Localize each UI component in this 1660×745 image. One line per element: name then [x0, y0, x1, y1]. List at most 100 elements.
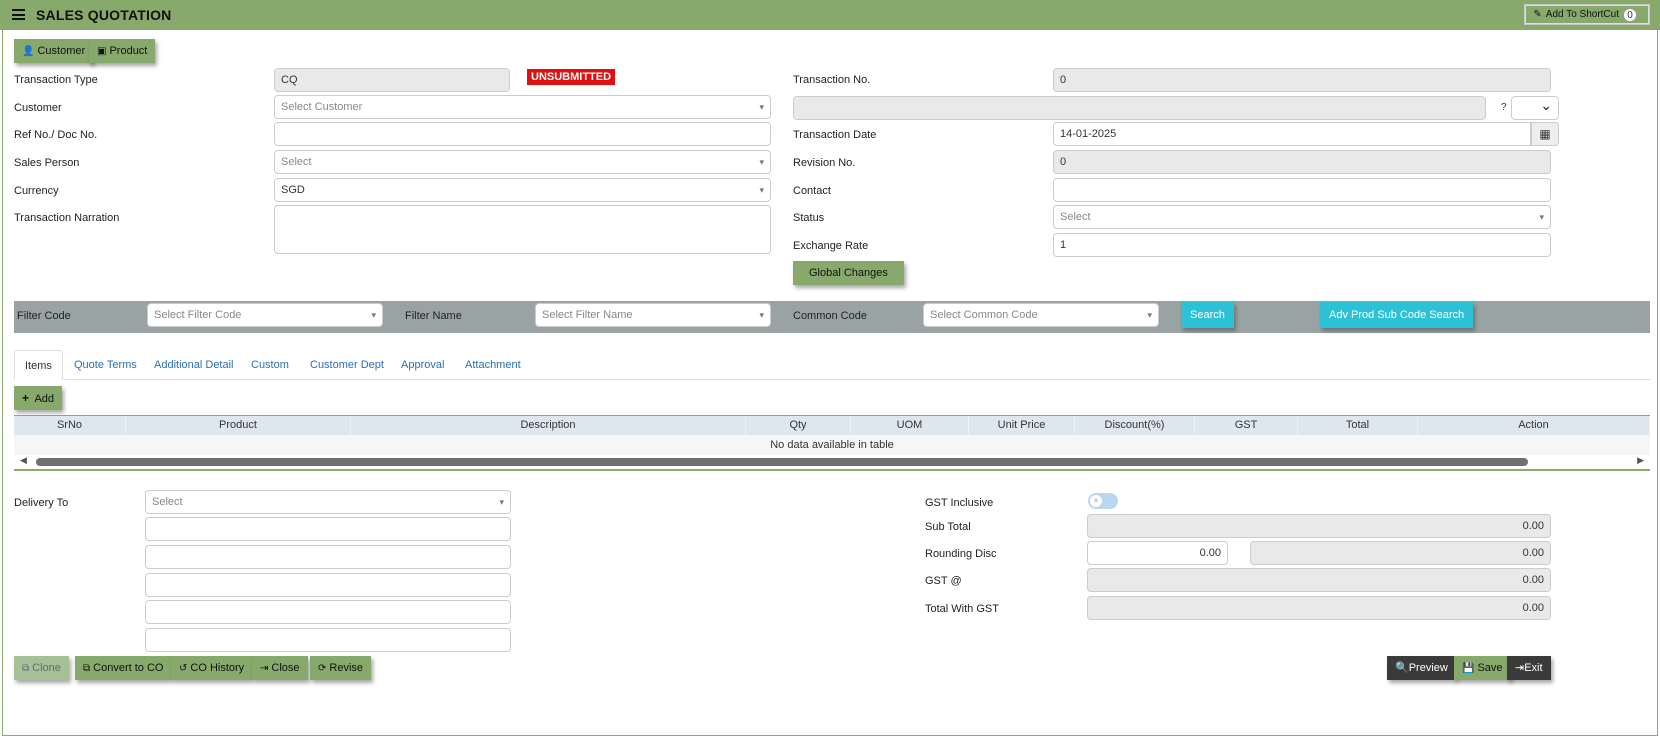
exit-label: Exit [1524, 662, 1543, 674]
customer-button[interactable]: 👤 Customer [14, 39, 94, 63]
col-srno[interactable]: SrNo [14, 416, 126, 435]
col-product[interactable]: Product [126, 416, 351, 435]
filter-name-label: Filter Name [405, 310, 462, 322]
save-button[interactable]: 💾 Save [1454, 656, 1511, 680]
hamburger-menu-icon[interactable] [12, 9, 25, 20]
co-history-button[interactable]: ↺ CO History [171, 656, 253, 680]
preview-button[interactable]: 🔍Preview [1387, 656, 1456, 680]
search-button[interactable]: Search [1181, 302, 1234, 328]
status-label: Status [793, 212, 825, 224]
customer-button-label: Customer [37, 45, 86, 57]
col-gst[interactable]: GST [1195, 416, 1298, 435]
filter-name-select[interactable]: Select Filter Name [535, 303, 771, 327]
delivery-address-line-4[interactable] [145, 600, 511, 624]
refresh-icon: ⟳ [318, 663, 327, 674]
transaction-date-input[interactable]: 14-01-2025 [1053, 122, 1531, 146]
customer-option-select[interactable] [1511, 96, 1559, 120]
exit-button[interactable]: ⇥Exit [1507, 656, 1551, 680]
gst-at-label: GST @ [925, 575, 962, 587]
tab-additional-detail[interactable]: Additional Detail [154, 350, 234, 380]
pin-icon: ✎ [1533, 9, 1542, 20]
rounding-disc-amount-field: 0.00 [1250, 541, 1551, 565]
exchange-rate-input[interactable]: 1 [1053, 233, 1551, 257]
col-total[interactable]: Total [1298, 416, 1418, 435]
tab-items[interactable]: Items [14, 350, 63, 380]
delivery-address-line-1[interactable] [145, 517, 511, 541]
scroll-right-icon[interactable]: ▶ [1637, 455, 1644, 466]
gst-inclusive-toggle[interactable]: × [1088, 493, 1118, 509]
total-with-gst-field: 0.00 [1087, 596, 1551, 620]
col-uom[interactable]: UOM [851, 416, 969, 435]
scrollbar-thumb[interactable] [36, 458, 1528, 466]
table-header: SrNo Product Description Qty UOM Unit Pr… [14, 415, 1650, 435]
filter-bar: Filter Code Select Filter Code Filter Na… [14, 301, 1650, 333]
narration-label: Transaction Narration [14, 212, 120, 224]
add-item-label: Add [34, 393, 55, 405]
save-label: Save [1477, 662, 1503, 674]
narration-textarea[interactable] [274, 205, 771, 254]
sub-total-label: Sub Total [925, 521, 971, 533]
total-with-gst-label: Total With GST [925, 603, 999, 615]
grid-divider [14, 469, 1650, 471]
transaction-type-field: CQ [274, 68, 510, 92]
tab-approval[interactable]: Approval [401, 350, 444, 380]
add-item-button[interactable]: + Add [14, 386, 63, 410]
revision-no-field: 0 [1053, 150, 1551, 174]
gst-inclusive-label: GST Inclusive [925, 497, 994, 509]
close-button[interactable]: ⇥ Close [252, 656, 308, 680]
col-unit-price[interactable]: Unit Price [969, 416, 1075, 435]
user-icon: 👤 [22, 46, 35, 57]
sales-person-select[interactable]: Select [274, 150, 771, 174]
product-button[interactable]: ▣ Product [89, 39, 156, 63]
adv-prod-sub-code-search-button[interactable]: Adv Prod Sub Code Search [1320, 302, 1474, 328]
common-code-select[interactable]: Select Common Code [923, 303, 1159, 327]
history-icon: ↺ [179, 663, 188, 674]
currency-label: Currency [14, 185, 59, 197]
calendar-icon[interactable]: ▦ [1531, 122, 1559, 146]
clone-button[interactable]: ⧉ Clone [14, 656, 69, 680]
customer-select[interactable]: Select Customer [274, 95, 771, 119]
global-changes-button[interactable]: Global Changes [793, 261, 904, 285]
plus-icon: + [22, 391, 30, 405]
filter-code-label: Filter Code [17, 310, 71, 322]
scroll-left-icon[interactable]: ◀ [20, 455, 27, 466]
exchange-rate-label: Exchange Rate [793, 240, 869, 252]
preview-label: Preview [1408, 662, 1448, 674]
delivery-address-line-3[interactable] [145, 573, 511, 597]
tab-quote-terms[interactable]: Quote Terms [74, 350, 137, 380]
status-select[interactable]: Select [1053, 205, 1551, 229]
co-history-label: CO History [190, 662, 245, 674]
page-title: SALES QUOTATION [36, 7, 172, 23]
tab-customer-dept[interactable]: Customer Dept [310, 350, 384, 380]
contact-input[interactable] [1053, 178, 1551, 202]
horizontal-scrollbar[interactable]: ◀ ▶ [14, 455, 1650, 469]
ref-no-label: Ref No./ Doc No. [14, 129, 98, 141]
shortcut-label: Add To ShortCut [1545, 9, 1619, 20]
col-qty[interactable]: Qty [746, 416, 851, 435]
ref-no-input[interactable] [274, 122, 771, 146]
revise-label: Revise [329, 662, 364, 674]
customer-label: Customer [14, 102, 62, 114]
delivery-to-select[interactable]: Select [145, 490, 511, 514]
delivery-address-line-5[interactable] [145, 628, 511, 652]
col-discount[interactable]: Discount(%) [1075, 416, 1195, 435]
sign-out-icon: ⇥ [1515, 662, 1525, 674]
sign-out-icon: ⇥ [260, 663, 269, 674]
tab-attachment[interactable]: Attachment [465, 350, 521, 380]
col-description[interactable]: Description [351, 416, 746, 435]
currency-select[interactable]: SGD [274, 178, 771, 202]
page-header: SALES QUOTATION ✎ Add To ShortCut 0 [0, 0, 1660, 30]
common-code-label: Common Code [793, 310, 867, 322]
copy-icon: ⧉ [22, 663, 30, 674]
gst-amount-field: 0.00 [1087, 568, 1551, 592]
convert-to-co-button[interactable]: ⧉ Convert to CO [75, 656, 172, 680]
revise-button[interactable]: ⟳ Revise [310, 656, 372, 680]
contact-label: Contact [793, 185, 831, 197]
rounding-disc-input[interactable]: 0.00 [1087, 541, 1228, 565]
col-action[interactable]: Action [1418, 416, 1650, 435]
filter-code-select[interactable]: Select Filter Code [147, 303, 383, 327]
delivery-to-label: Delivery To [14, 497, 69, 509]
add-to-shortcut-button[interactable]: ✎ Add To ShortCut 0 [1524, 4, 1650, 25]
delivery-address-line-2[interactable] [145, 545, 511, 569]
tab-custom[interactable]: Custom [251, 350, 289, 380]
